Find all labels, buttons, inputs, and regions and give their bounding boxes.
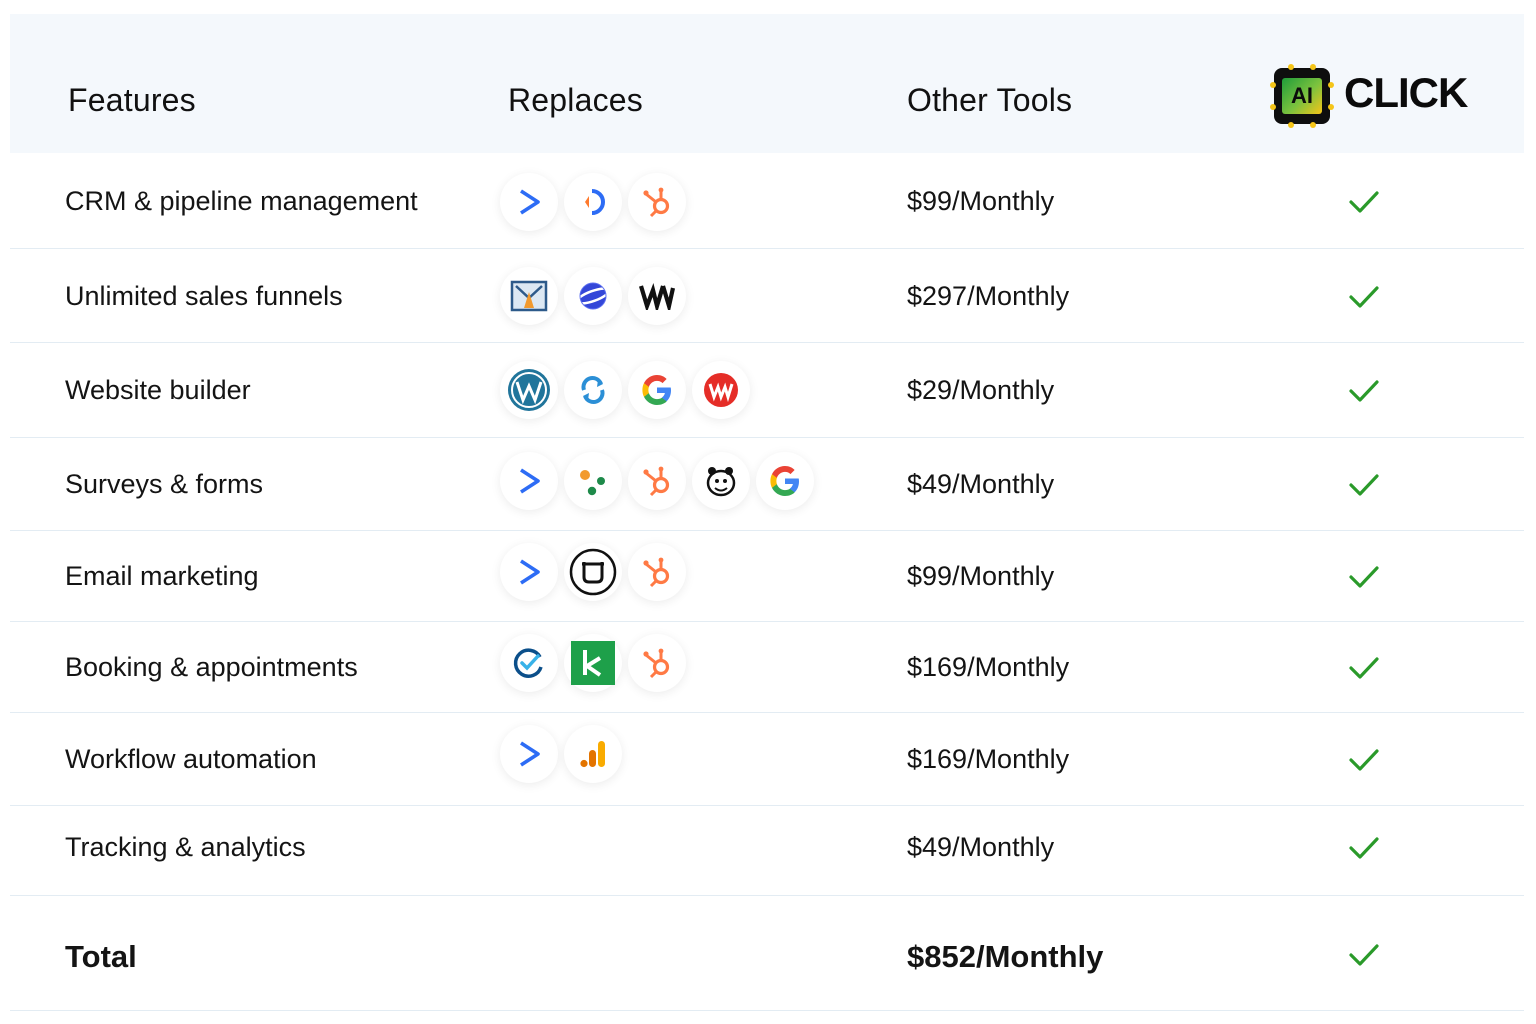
feature-label: Website builder [65,375,251,405]
hubspot-icon [628,173,686,231]
feature-label: Workflow automation [65,744,317,774]
analytics-icon [564,725,622,783]
feature-label: Unlimited sales funnels [65,281,343,311]
hubspot-icon [628,452,686,510]
total-label: Total [65,939,137,974]
price-label: $29/Monthly [907,375,1055,405]
price-label: $99/Monthly [907,561,1055,591]
table-row: Unlimited sales funnels $297/Monthly [10,249,1524,343]
price-label: $49/Monthly [907,832,1055,862]
feature-label: Tracking & analytics [65,832,306,862]
header-replaces: Replaces [508,82,644,118]
replaced-tools-icons [500,267,690,325]
dots-icon [564,452,622,510]
total-row: Total $852/Monthly [10,896,1524,1011]
table-header: Features Replaces Other Tools AI CLICK [10,14,1524,153]
box-icon [564,543,622,601]
comparison-table: Features Replaces Other Tools AI CLICK C… [10,14,1524,1011]
check-icon [1349,380,1379,402]
replaced-tools-icons [500,725,626,783]
activecampaign-icon [500,543,558,601]
google-icon [756,452,814,510]
feature-label: Booking & appointments [65,652,358,682]
price-label: $49/Monthly [907,469,1055,499]
check-icon [1349,749,1379,771]
table-row: CRM & pipeline management $99/Monthly [10,153,1524,249]
header-features: Features [68,82,196,118]
table-row: Booking & appointments $169/Monthly [10,622,1524,713]
replaced-tools-icons [500,361,754,419]
check-icon [1349,566,1379,588]
price-label: $169/Monthly [907,652,1070,682]
check-icon [1349,657,1379,679]
replaced-tools-icons [500,634,690,692]
check-icon [1349,837,1379,859]
price-label: $99/Monthly [907,186,1055,216]
hubspot-icon [628,634,686,692]
wordpress-icon [500,361,558,419]
price-label: $169/Monthly [907,744,1070,774]
check-icon [1349,474,1379,496]
brand-chip-label: AI [1282,78,1322,114]
activecampaign-icon [500,173,558,231]
check-icon [1349,191,1379,213]
planet-icon [564,267,622,325]
calendly-icon [500,634,558,692]
table-row: Tracking & analytics $49/Monthly [10,806,1524,896]
replaced-tools-icons [500,543,690,601]
table-row: Website builder $29/Monthly [10,343,1524,438]
check-icon [1349,944,1379,966]
table-row: Email marketing $99/Monthly [10,531,1524,622]
brand-logo: AI CLICK [1266,60,1468,132]
chip-icon: AI [1270,64,1334,128]
webflow-icon [692,361,750,419]
feature-label: Surveys & forms [65,469,264,499]
activecampaign-icon [500,452,558,510]
check-icon [1349,286,1379,308]
hubspot-icon [628,543,686,601]
price-label: $297/Monthly [907,281,1070,311]
replaced-tools-icons [500,452,818,510]
header-other-tools: Other Tools [907,82,1073,118]
activecampaign-icon [500,725,558,783]
mailchimp-icon [692,452,750,510]
google-icon [628,361,686,419]
feature-label: CRM & pipeline management [65,186,418,216]
wix-icon [628,267,686,325]
table-row: Workflow automation $169/Monthly [10,713,1524,806]
table-row: Surveys & forms $49/Monthly [10,438,1524,531]
kajabi-icon [564,634,622,692]
total-price: $852/Monthly [907,939,1104,974]
brand-name: CLICK [1344,69,1468,116]
replaced-tools-icons [500,173,690,231]
clickfunnels-icon [500,267,558,325]
pipedrive-icon [564,173,622,231]
feature-label: Email marketing [65,561,259,591]
sync-icon [564,361,622,419]
